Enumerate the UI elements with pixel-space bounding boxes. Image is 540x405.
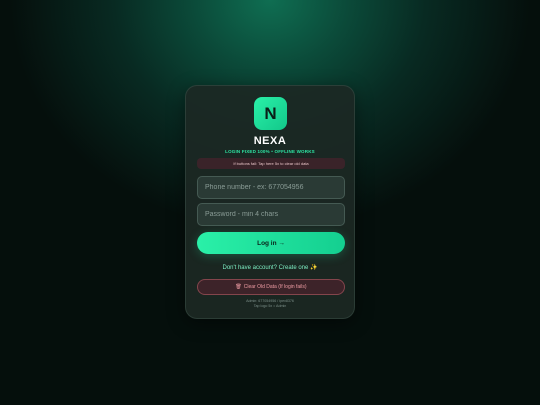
phone-input[interactable]	[197, 176, 345, 199]
login-button[interactable]: Log in →	[197, 232, 345, 254]
logo-letter: N	[264, 103, 277, 123]
clear-data-notice[interactable]: If buttons fail: Tap here 5x to clear ol…	[197, 158, 345, 169]
brand-name: NEXA	[253, 135, 287, 147]
admin-tap-hint: Tap logo 5x = Admin	[253, 304, 287, 308]
login-button-label: Log in →	[257, 239, 285, 247]
clear-button-label: Clear Old Data (If login fails)	[243, 284, 307, 290]
trash-icon: 🗑	[235, 284, 242, 290]
tagline: LOGIN FIXED 100% • OFFLINE WORKS	[225, 149, 315, 154]
app-logo[interactable]: N	[254, 97, 287, 130]
create-account-link[interactable]: Don't have account? Create one ✨	[186, 264, 354, 271]
login-card: N NEXA LOGIN FIXED 100% • OFFLINE WORKS …	[185, 85, 355, 319]
admin-credentials-hint: Admin: 677054956 / ipex8376	[246, 299, 294, 303]
password-input[interactable]	[197, 203, 345, 226]
clear-old-data-button[interactable]: 🗑 Clear Old Data (If login fails)	[197, 279, 345, 295]
